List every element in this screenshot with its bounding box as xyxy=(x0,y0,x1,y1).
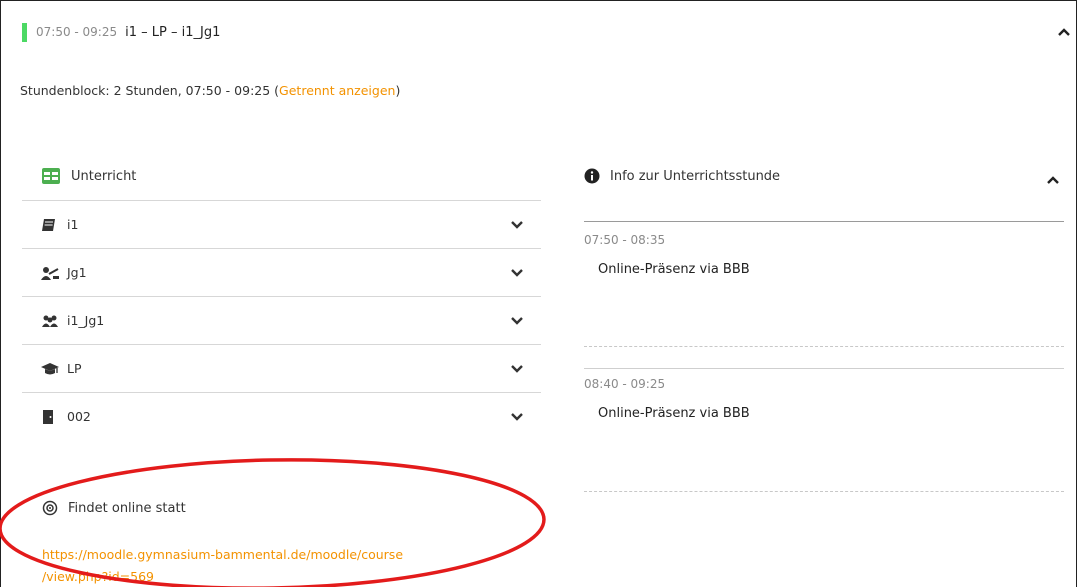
show-separately-link[interactable]: Getrennt anzeigen xyxy=(279,83,395,98)
info-icon xyxy=(584,168,600,184)
chevron-down-icon[interactable] xyxy=(511,218,523,233)
lesson-row-class[interactable]: i1_Jg1 xyxy=(22,296,541,344)
lesson-row-room[interactable]: 002 xyxy=(22,392,541,440)
lesson-header[interactable]: 07:50 - 09:25 i1 – LP – i1_Jg1 xyxy=(22,22,220,42)
slot-text: Online-Präsenz via BBB xyxy=(598,262,750,277)
lesson-panel-title: Unterricht xyxy=(71,168,137,184)
lesson-row-teacher[interactable]: Jg1 xyxy=(22,248,541,296)
chevron-down-icon[interactable] xyxy=(511,362,523,377)
slot-text: Online-Präsenz via BBB xyxy=(598,406,750,421)
lesson-time: 07:50 - 09:25 xyxy=(36,25,118,39)
lesson-row-label: 002 xyxy=(67,409,91,424)
chevron-down-icon[interactable] xyxy=(511,314,523,329)
lesson-rows: i1 Jg1 i1_Jg1 LP 002 xyxy=(22,200,541,440)
lesson-panel-header: Unterricht xyxy=(41,165,136,187)
lesson-row-label: Jg1 xyxy=(67,265,87,280)
book-icon xyxy=(41,218,61,232)
lesson-row-label: i1 xyxy=(67,217,79,232)
lesson-title: i1 – LP – i1_Jg1 xyxy=(125,24,221,40)
info-slot: 07:50 - 08:35 Online-Präsenz via BBB xyxy=(584,233,1064,277)
teacher-icon xyxy=(41,266,61,280)
lesson-row-label: i1_Jg1 xyxy=(67,313,105,328)
lesson-row-course[interactable]: LP xyxy=(22,344,541,392)
info-divider xyxy=(584,221,1064,222)
slot-time: 08:40 - 09:25 xyxy=(584,377,666,391)
info-slot: 08:40 - 09:25 Online-Präsenz via BBB xyxy=(584,377,1064,421)
slot-divider xyxy=(584,491,1064,492)
info-header: Info zur Unterrichtsstunde xyxy=(584,168,780,184)
status-color-bar xyxy=(22,22,27,42)
info-title: Info zur Unterrichtsstunde xyxy=(610,168,781,184)
block-close-paren: ) xyxy=(395,83,401,98)
lesson-row-label: LP xyxy=(67,361,82,376)
lesson-block-info: Stundenblock: 2 Stunden, 07:50 - 09:25 (… xyxy=(20,83,400,98)
chevron-down-icon[interactable] xyxy=(511,266,523,281)
chevron-up-icon[interactable] xyxy=(1057,24,1071,38)
chevron-down-icon[interactable] xyxy=(511,410,523,425)
table-icon xyxy=(42,168,60,184)
slot-divider xyxy=(584,368,1064,369)
door-icon xyxy=(41,409,61,425)
graduation-cap-icon xyxy=(41,362,61,376)
block-text: Stundenblock: 2 Stunden, 07:50 - 09:25 ( xyxy=(20,83,280,98)
chevron-up-icon[interactable] xyxy=(1046,171,1060,190)
group-icon xyxy=(41,314,61,328)
annotation-ellipse xyxy=(0,458,546,587)
lesson-row-subject[interactable]: i1 xyxy=(22,200,541,248)
slot-time: 07:50 - 08:35 xyxy=(584,233,666,247)
slot-divider xyxy=(584,346,1064,347)
